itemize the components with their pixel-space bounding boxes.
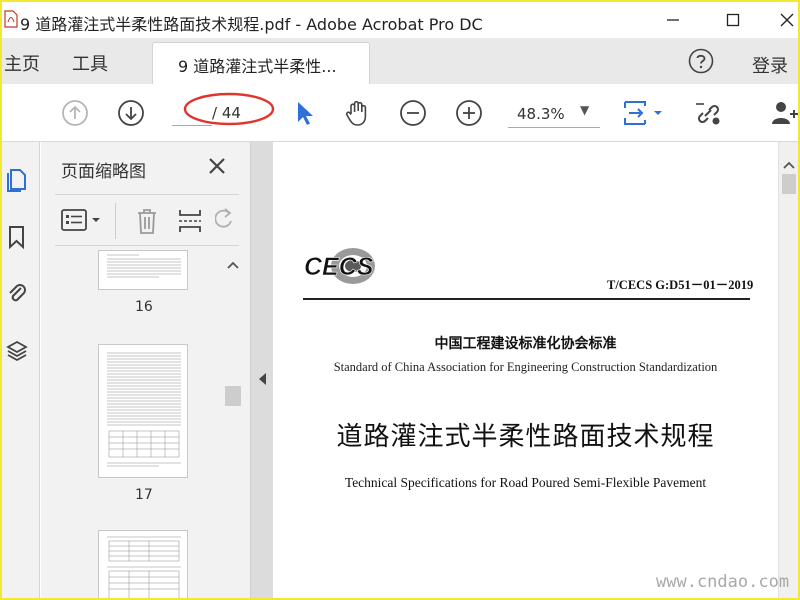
pdf-file-icon [4, 10, 18, 28]
collapse-arrow-icon[interactable] [258, 372, 267, 386]
navigation-rail [2, 142, 40, 598]
select-tool-icon[interactable] [290, 98, 320, 128]
zoom-out-icon[interactable] [398, 98, 428, 128]
previous-page-icon[interactable] [60, 98, 90, 128]
document-title-en: Technical Specifications for Road Poured… [344, 475, 707, 490]
scrollbar-thumb[interactable] [782, 174, 796, 194]
toolbar-divider [115, 203, 116, 239]
thumbnail-label: 16 [135, 299, 153, 315]
thumbnail-preview [107, 536, 181, 598]
thumbnail-page-16[interactable] [98, 250, 188, 290]
panel-collapse-strip[interactable] [251, 142, 273, 598]
layers-icon[interactable] [6, 338, 28, 364]
attachment-icon[interactable] [6, 280, 28, 306]
watermark: www.cndao.com [656, 572, 790, 592]
help-icon[interactable] [688, 48, 714, 74]
options-menu-icon[interactable] [61, 209, 105, 233]
insert-page-icon[interactable] [177, 207, 203, 235]
pdf-page: CECS T/CECS G:D51－01－2019 中国工程建设标准化协会标准 … [273, 142, 778, 598]
window-title: 9 道路灌注式半柔性路面技术规程.pdf - Adobe Acrobat Pro… [20, 15, 483, 34]
thumbnail-scrollbar[interactable] [223, 254, 243, 598]
acrobat-window: 9 道路灌注式半柔性路面技术规程.pdf - Adobe Acrobat Pro… [2, 2, 798, 598]
thumbnail-preview [107, 254, 181, 278]
red-annotation-ellipse [183, 92, 275, 126]
thumbnail-page-17[interactable] [98, 344, 188, 478]
rotate-icon[interactable] [215, 207, 235, 235]
chevron-down-icon: ▼ [580, 103, 590, 117]
close-icon [780, 13, 794, 27]
thumbnail-label: 17 [135, 487, 153, 503]
page-thumbnails-panel: 页面缩略图 16 17 [41, 142, 251, 598]
share-user-icon[interactable] [768, 98, 798, 128]
standard-code: T/CECS G:D51－01－2019 [607, 278, 754, 292]
page-display-icon[interactable] [620, 98, 668, 128]
login-button[interactable]: 登录 [752, 52, 788, 78]
document-view: CECS T/CECS G:D51－01－2019 中国工程建设标准化协会标准 … [273, 142, 778, 598]
page-thumbnails-icon[interactable] [6, 166, 28, 192]
close-panel-icon[interactable] [205, 154, 229, 178]
panel-title: 页面缩略图 [61, 162, 146, 182]
tab-home[interactable]: 主页 [4, 50, 40, 76]
tab-tools[interactable]: 工具 [72, 50, 108, 76]
zoom-select[interactable]: 48.3% ▼ [508, 102, 600, 128]
title-bar: 9 道路灌注式半柔性路面技术规程.pdf - Adobe Acrobat Pro… [2, 2, 798, 38]
cecs-logo: CECS [304, 248, 375, 284]
document-scrollbar[interactable] [778, 142, 798, 598]
organization-cn: 中国工程建设标准化协会标准 [434, 336, 617, 352]
tab-document[interactable]: 9 道路灌注式半柔性... [152, 42, 370, 84]
scroll-up-icon[interactable] [227, 260, 239, 270]
zoom-value: 48.3% [517, 105, 565, 123]
maximize-icon [726, 13, 740, 27]
zoom-in-icon[interactable] [454, 98, 484, 128]
trash-icon[interactable] [135, 207, 159, 235]
minimize-button[interactable] [658, 8, 688, 32]
svg-text:CECS: CECS [304, 253, 374, 281]
organization-en: Standard of China Association for Engine… [333, 360, 718, 374]
thumbnail-page-18[interactable] [98, 530, 188, 598]
link-icon[interactable] [692, 98, 722, 128]
scroll-up-icon[interactable] [783, 160, 795, 170]
hand-tool-icon[interactable] [342, 98, 372, 128]
next-page-icon[interactable] [116, 98, 146, 128]
document-title-cn: 道路灌注式半柔性路面技术规程 [336, 422, 715, 452]
tab-bar: 主页 工具 9 道路灌注式半柔性... 登录 [2, 38, 798, 84]
document-tab-label: 9 道路灌注式半柔性... [178, 57, 337, 76]
thumbnail-preview [107, 352, 181, 467]
minimize-icon [667, 19, 679, 21]
thumbnail-toolbar [55, 194, 239, 246]
maximize-button[interactable] [718, 8, 748, 32]
close-window-button[interactable] [772, 8, 798, 32]
scrollbar-thumb[interactable] [225, 386, 241, 406]
bookmark-icon[interactable] [6, 224, 28, 250]
toolbar: / 44 48.3% ▼ [2, 84, 798, 142]
header-rule [303, 298, 750, 300]
